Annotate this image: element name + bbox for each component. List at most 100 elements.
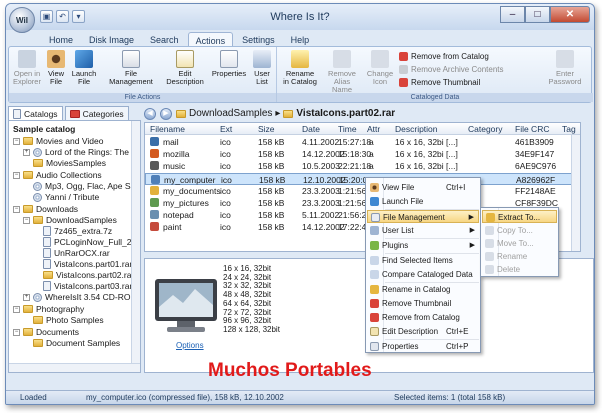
- remove-alias-name-button[interactable]: Remove Alias Name: [323, 50, 361, 94]
- minimize-button[interactable]: –: [500, 6, 525, 23]
- tree-node[interactable]: PCLoginNow_Full_2.0: [43, 237, 139, 247]
- tree-node[interactable]: + Lord of the Rings: The Fe: [23, 147, 140, 157]
- tree-node[interactable]: − Photography: [13, 304, 84, 314]
- change-icon-button[interactable]: Change Icon: [365, 50, 395, 86]
- menu-user-list[interactable]: User List ▶: [367, 224, 479, 237]
- tree-node[interactable]: Photo Samples: [33, 315, 104, 325]
- close-button[interactable]: ✕: [550, 6, 590, 23]
- menu-rename[interactable]: Rename: [482, 250, 557, 263]
- menu-remove-thumbnail[interactable]: Remove Thumbnail: [367, 297, 479, 310]
- cell-name: mail: [163, 137, 179, 147]
- tree-node[interactable]: + WhereIsIt 3.54 CD-ROM: [23, 292, 138, 302]
- launch-file-button[interactable]: Launch File: [71, 50, 97, 86]
- expand-icon[interactable]: +: [23, 293, 30, 301]
- column-filename[interactable]: Filename: [150, 124, 185, 134]
- remove-archive-contents-button[interactable]: Remove Archive Contents: [399, 65, 504, 74]
- menu-file-management[interactable]: File Management ▶: [367, 210, 479, 223]
- properties-button[interactable]: Properties: [211, 50, 247, 78]
- tree-node[interactable]: Document Samples: [33, 338, 120, 348]
- column-tag[interactable]: Tag: [562, 124, 576, 134]
- column-time[interactable]: Time: [338, 124, 357, 134]
- column-file-crc[interactable]: File CRC: [515, 124, 549, 134]
- options-link[interactable]: Options: [176, 341, 204, 350]
- tree-node-selected[interactable]: VistaIcons.part02.rar: [43, 270, 134, 280]
- table-row[interactable]: my_documents ico 158 kB 23.3.2003 1:21:56 FF2…: [145, 185, 580, 197]
- tree-node[interactable]: VistaIcons.part01.rar: [43, 259, 132, 269]
- forward-icon[interactable]: ▶: [160, 107, 172, 120]
- menu-copy-to[interactable]: Copy To...: [482, 224, 557, 237]
- tree-node[interactable]: − Downloads: [13, 204, 78, 214]
- tree-node[interactable]: − Audio Collections: [13, 170, 102, 180]
- collapse-icon[interactable]: −: [13, 305, 20, 313]
- collapse-icon[interactable]: −: [13, 328, 20, 336]
- menu-edit-description[interactable]: Edit Description Ctrl+E: [367, 325, 479, 338]
- breadcrumb-item[interactable]: DownloadSamples: [189, 108, 272, 119]
- enter-password-button[interactable]: Enter Password: [547, 50, 583, 86]
- column-size[interactable]: Size: [258, 124, 275, 134]
- collapse-icon[interactable]: −: [23, 216, 30, 224]
- breadcrumb-item[interactable]: VistaIcons.part02.rar: [296, 108, 395, 119]
- archive-icon: [43, 226, 51, 236]
- back-icon[interactable]: ◀: [144, 107, 156, 120]
- user-list-icon: [253, 50, 271, 68]
- table-row[interactable]: music ico 158 kB 10.5.2003 22:21:18 a 16 x 16,…: [145, 160, 580, 172]
- collapse-icon[interactable]: −: [13, 171, 20, 179]
- view-file-button[interactable]: View File: [45, 50, 67, 86]
- tree-node-label: Audio Collections: [36, 170, 102, 180]
- collapse-icon[interactable]: −: [13, 137, 20, 145]
- rename-in-catalog-button[interactable]: Rename in Catalog: [283, 50, 317, 86]
- tree-root[interactable]: Sample catalog: [13, 124, 75, 134]
- menu-extract-to[interactable]: Extract To...: [482, 210, 557, 223]
- expand-icon[interactable]: +: [23, 148, 30, 156]
- cell-size: 158 kB: [258, 222, 285, 233]
- tree-node[interactable]: 7z465_extra.7z: [43, 226, 112, 236]
- tree-node[interactable]: UnRarOCX.rar: [43, 248, 110, 258]
- table-row-selected[interactable]: my_computer ico 158 kB 12.10.2002 15:20:08 A8…: [145, 172, 580, 185]
- tree-node[interactable]: Mp3, Ogg, Flac, Ape Sar: [33, 181, 138, 191]
- menu-delete[interactable]: Delete: [482, 263, 557, 276]
- remove-from-catalog-button[interactable]: Remove from Catalog: [399, 52, 489, 61]
- edit-description-button[interactable]: Edit Description: [163, 50, 207, 86]
- catalogs-icon: [13, 109, 21, 119]
- submenu-arrow-icon: ▶: [468, 214, 474, 221]
- tree-node[interactable]: MoviesSamples: [33, 158, 106, 168]
- menu-find-selected-items[interactable]: Find Selected Items: [367, 254, 479, 267]
- table-row[interactable]: mail ico 158 kB 4.11.2002 15:27:18 a 16 x 16, …: [145, 136, 580, 148]
- column-date[interactable]: Date: [302, 124, 320, 134]
- tree-node[interactable]: − Documents: [13, 327, 79, 337]
- tree-horizontal-scrollbar[interactable]: [9, 363, 140, 372]
- menu-move-to[interactable]: Move To...: [482, 237, 557, 250]
- open-in-explorer-button[interactable]: Open in Explorer: [12, 50, 42, 86]
- column-category[interactable]: Category: [468, 124, 503, 134]
- remove-thumbnail-button[interactable]: Remove Thumbnail: [399, 78, 480, 87]
- tree-node[interactable]: − Movies and Video: [13, 136, 103, 146]
- menu-view-file[interactable]: View File Ctrl+I: [367, 181, 479, 194]
- column-description[interactable]: Description: [395, 124, 438, 134]
- tree-node[interactable]: Yanni / Tribute: [33, 192, 99, 202]
- menu-rename-in-catalog[interactable]: Rename in Catalog: [367, 283, 479, 296]
- column-attr[interactable]: Attr: [367, 124, 380, 134]
- archive-icon: [283, 109, 294, 118]
- maximize-button[interactable]: □: [525, 6, 550, 23]
- file-list-scrollbar[interactable]: [571, 135, 580, 251]
- launch-file-label: Launch File: [71, 69, 97, 86]
- menu-remove-from-catalog[interactable]: Remove from Catalog: [367, 311, 479, 324]
- tree-node[interactable]: VistaIcons.part03.rar: [43, 281, 132, 291]
- user-list-button[interactable]: User List: [251, 50, 273, 86]
- menu-plugins[interactable]: Plugins ▶: [367, 239, 479, 252]
- app-menu-orb[interactable]: WiI: [9, 7, 35, 33]
- folder-icon: [33, 159, 43, 167]
- menu-launch-file[interactable]: Launch File: [367, 195, 479, 208]
- menu-properties[interactable]: Properties Ctrl+P: [367, 340, 479, 353]
- table-row[interactable]: mozilla ico 158 kB 14.12.2002 15:18:30 a 16 x …: [145, 148, 580, 160]
- tree-node[interactable]: − DownloadSamples: [23, 215, 117, 225]
- column-ext[interactable]: Ext: [220, 124, 232, 134]
- cell-name: mozilla: [163, 149, 190, 160]
- breadcrumb-separator-icon: ▸: [275, 108, 281, 119]
- cell-crc: 461B3909: [515, 137, 554, 147]
- collapse-icon[interactable]: −: [13, 205, 20, 213]
- tree-vertical-scrollbar[interactable]: [131, 121, 140, 372]
- menu-compare-cataloged-data[interactable]: Compare Cataloged Data: [367, 268, 479, 281]
- file-management-button[interactable]: File Management: [103, 50, 159, 86]
- menu-label: Rename in Catalog: [382, 285, 451, 294]
